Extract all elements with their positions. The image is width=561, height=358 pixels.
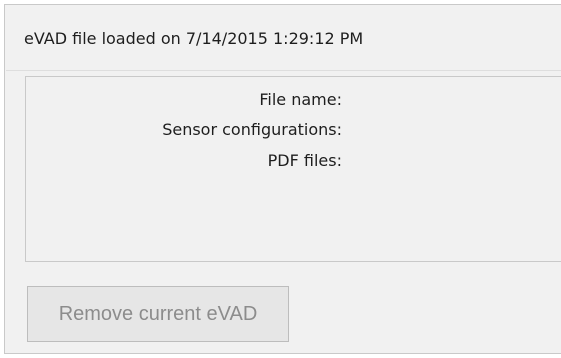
- evad-panel: eVAD file loaded on 7/14/2015 1:29:12 PM…: [4, 4, 561, 354]
- sensor-configurations-label: Sensor configurations:: [162, 120, 342, 139]
- evad-info-box: File name: Sensor configurations: PDF fi…: [25, 76, 561, 262]
- header-divider: [6, 70, 561, 71]
- pdf-files-label: PDF files:: [267, 151, 342, 170]
- evad-load-status: eVAD file loaded on 7/14/2015 1:29:12 PM: [24, 29, 364, 48]
- remove-current-evad-button[interactable]: Remove current eVAD: [27, 286, 289, 342]
- file-name-label: File name:: [259, 90, 342, 109]
